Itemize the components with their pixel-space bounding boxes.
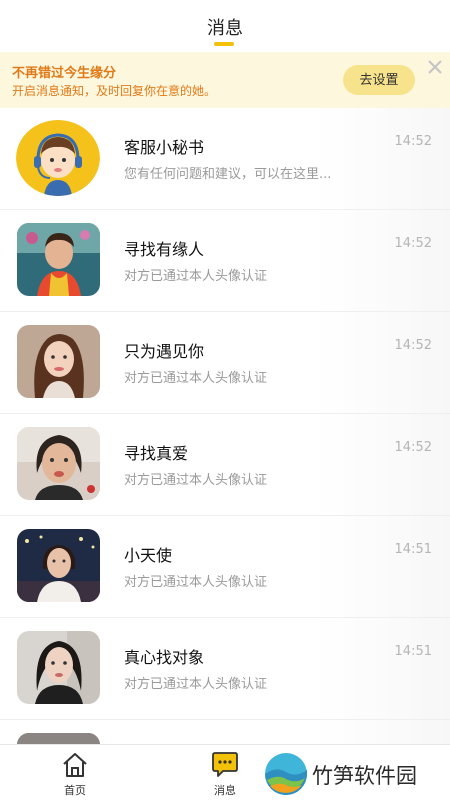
contact-name: 客服小秘书	[124, 138, 205, 157]
service-avatar	[16, 120, 100, 196]
user-avatar	[17, 733, 100, 744]
message-time: 14:52	[394, 338, 432, 353]
list-item[interactable]: 客服小秘书 您有任何问题和建议，可以在这里... 14:52	[0, 108, 450, 210]
message-preview: 对方已通过本人头像认证	[124, 473, 268, 488]
contact-name: 真心找对象	[124, 648, 205, 667]
banner-title: 不再错过今生缘分	[12, 66, 117, 81]
contact-name: 小天使	[124, 546, 173, 565]
notification-banner: 不再错过今生缘分 开启消息通知，及时回复你在意的她。 去设置	[0, 52, 450, 108]
header: 消息	[0, 0, 450, 52]
watermark-text: 竹笋软件园	[312, 764, 417, 788]
contact-name: 寻找真爱	[124, 444, 189, 463]
user-avatar	[17, 223, 100, 296]
message-time: 14:52	[394, 440, 432, 455]
watermark: 竹笋软件园	[264, 752, 444, 796]
list-item[interactable]: 寻找真爱 对方已通过本人头像认证 14:52	[0, 414, 450, 516]
list-item[interactable]: 寻找有缘人 对方已通过本人头像认证 14:52	[0, 210, 450, 312]
tab-messages-label: 消息	[214, 784, 236, 797]
list-item[interactable]: 只为遇见你 对方已通过本人头像认证 14:52	[0, 312, 450, 414]
home-icon	[63, 753, 87, 777]
message-preview: 对方已通过本人头像认证	[124, 371, 268, 386]
user-avatar	[17, 325, 100, 398]
list-item[interactable]: 小天使 对方已通过本人头像认证 14:51	[0, 516, 450, 618]
user-avatar	[17, 529, 100, 602]
contact-name: 只为遇见你	[124, 342, 205, 361]
tab-home[interactable]: 首页	[35, 745, 115, 800]
message-preview: 对方已通过本人头像认证	[124, 677, 268, 692]
message-time: 14:51	[394, 542, 432, 557]
user-avatar	[17, 631, 100, 704]
message-time: 14:52	[394, 236, 432, 251]
list-item[interactable]	[0, 720, 450, 744]
close-icon[interactable]	[426, 58, 444, 76]
page-title: 消息	[207, 18, 243, 39]
watermark-logo-icon	[265, 753, 307, 795]
tab-messages[interactable]: 消息	[185, 745, 265, 800]
user-avatar	[17, 427, 100, 500]
contact-name: 寻找有缘人	[124, 240, 205, 259]
chat-bubble-icon	[212, 752, 238, 777]
message-time: 14:52	[394, 134, 432, 149]
message-preview: 对方已通过本人头像认证	[124, 575, 268, 590]
go-settings-button[interactable]: 去设置	[343, 65, 415, 95]
message-preview: 对方已通过本人头像认证	[124, 269, 268, 284]
message-list: 客服小秘书 您有任何问题和建议，可以在这里... 14:52 寻找有缘人 对方已…	[0, 108, 450, 744]
active-tab-indicator	[214, 42, 234, 46]
list-item[interactable]: 真心找对象 对方已通过本人头像认证 14:51	[0, 618, 450, 720]
banner-subtitle: 开启消息通知，及时回复你在意的她。	[12, 84, 217, 98]
message-preview: 您有任何问题和建议，可以在这里...	[124, 167, 332, 182]
message-time: 14:51	[394, 644, 432, 659]
tab-home-label: 首页	[64, 784, 86, 797]
